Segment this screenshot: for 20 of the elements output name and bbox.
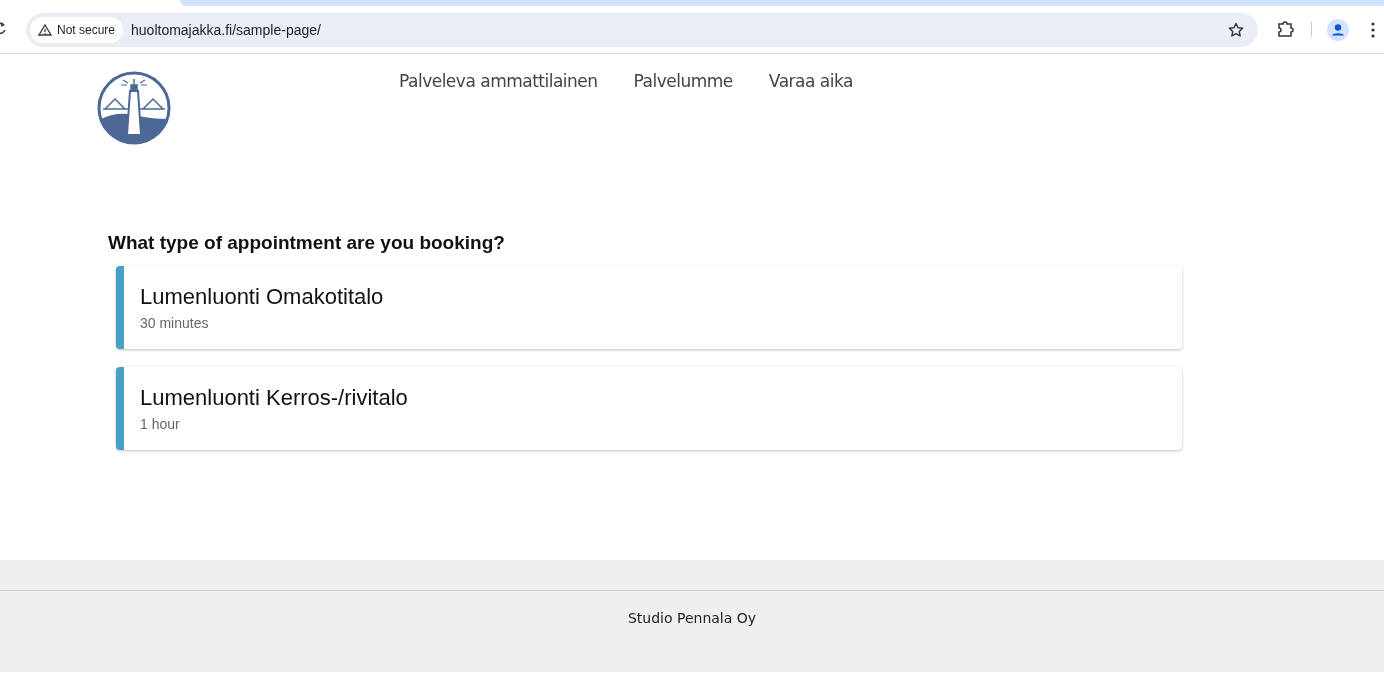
appointment-title: Lumenluonti Omakotitalo xyxy=(140,284,385,310)
appointment-card[interactable]: Lumenluonti Kerros-/rivitalo 1 hour xyxy=(116,367,1182,450)
footer-text: Studio Pennala Oy xyxy=(626,610,758,626)
puzzle-piece-icon[interactable] xyxy=(1277,20,1294,37)
section-heading: What type of appointment are you booking? xyxy=(108,232,506,254)
url-text: huoltomajakka.fi/sample-page/ xyxy=(131,22,321,38)
profile-avatar-icon[interactable] xyxy=(1327,19,1349,41)
appointment-duration: 30 minutes xyxy=(140,315,210,331)
appointment-title: Lumenluonti Kerros-/rivitalo xyxy=(140,385,409,411)
appointment-duration: 1 hour xyxy=(140,416,181,432)
security-chip[interactable]: Not secure xyxy=(30,17,124,43)
more-menu-icon[interactable] xyxy=(1371,22,1375,38)
appointment-card[interactable]: Lumenluonti Omakotitalo 30 minutes xyxy=(116,266,1182,349)
nav-link[interactable]: Palveleva ammattilainen xyxy=(399,71,598,164)
warning-icon xyxy=(38,24,52,36)
bookmark-star-icon[interactable] xyxy=(1228,22,1244,38)
address-bar[interactable]: Not secure huoltomajakka.fi/sample-page/ xyxy=(26,13,1258,47)
nav-link[interactable]: Palvelumme xyxy=(633,71,733,164)
lighthouse-logo[interactable] xyxy=(97,71,171,145)
nav-link[interactable]: Varaa aika xyxy=(768,71,853,164)
